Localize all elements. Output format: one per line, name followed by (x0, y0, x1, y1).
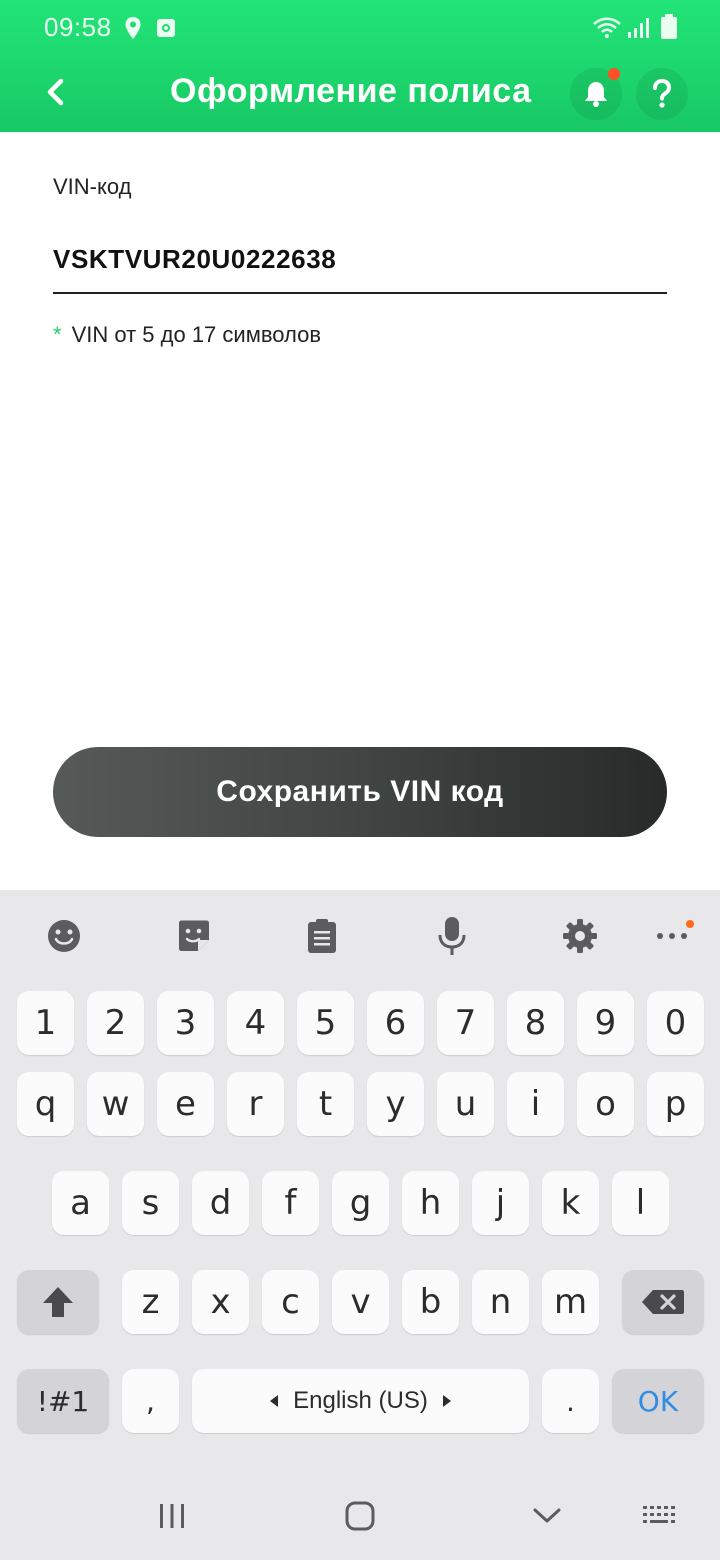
key-2[interactable]: 2 (87, 991, 144, 1055)
notification-dot (608, 68, 620, 80)
help-button[interactable] (636, 68, 688, 120)
keyboard-switch-button[interactable] (640, 1500, 680, 1532)
hide-keyboard-button[interactable] (527, 1500, 567, 1532)
arrow-right-icon (442, 1395, 451, 1407)
key-m[interactable]: m (542, 1270, 599, 1334)
vin-label: VIN-код (53, 174, 132, 199)
hint-asterisk: * (53, 322, 62, 347)
period-key[interactable]: . (542, 1369, 599, 1433)
space-language-label: English (US) (293, 1387, 428, 1414)
key-e[interactable]: e (157, 1072, 214, 1136)
page-title: Оформление полиса (170, 72, 532, 110)
keyboard-toolbar (0, 890, 720, 988)
key-k[interactable]: k (542, 1171, 599, 1235)
key-1[interactable]: 1 (17, 991, 74, 1055)
key-7[interactable]: 7 (437, 991, 494, 1055)
sticker-icon[interactable] (174, 916, 214, 956)
shift-key[interactable] (17, 1270, 99, 1334)
hint-text: VIN от 5 до 17 символов (71, 322, 322, 347)
space-key[interactable]: English (US) (192, 1369, 529, 1433)
key-u[interactable]: u (437, 1072, 494, 1136)
key-a[interactable]: a (52, 1171, 109, 1235)
key-f[interactable]: f (262, 1171, 319, 1235)
key-s[interactable]: s (122, 1171, 179, 1235)
screen-record-icon (157, 19, 175, 37)
key-l[interactable]: l (612, 1171, 669, 1235)
backspace-icon (642, 1290, 684, 1314)
key-t[interactable]: t (297, 1072, 354, 1136)
key-0[interactable]: 0 (647, 991, 704, 1055)
navigation-bar (0, 1470, 720, 1560)
key-p[interactable]: p (647, 1072, 704, 1136)
recent-apps-icon (160, 1504, 184, 1528)
key-9[interactable]: 9 (577, 991, 634, 1055)
comma-key[interactable]: , (122, 1369, 179, 1433)
key-j[interactable]: j (472, 1171, 529, 1235)
microphone-icon[interactable] (432, 916, 472, 956)
key-z[interactable]: z (122, 1270, 179, 1334)
screen: 09:58 Оформление полиса VIN-код VSKTVUR2… (0, 0, 720, 1560)
key-8[interactable]: 8 (507, 991, 564, 1055)
key-r[interactable]: r (227, 1072, 284, 1136)
top-bar: 09:58 Оформление полиса (0, 0, 720, 132)
backspace-key[interactable] (622, 1270, 704, 1334)
save-vin-button[interactable]: Сохранить VIN код (53, 747, 667, 837)
battery-icon (661, 14, 677, 39)
symbols-key[interactable]: !#1 (17, 1369, 109, 1433)
key-5[interactable]: 5 (297, 991, 354, 1055)
back-button[interactable] (30, 66, 82, 118)
key-c[interactable]: c (262, 1270, 319, 1334)
key-g[interactable]: g (332, 1171, 389, 1235)
shift-icon (43, 1287, 73, 1317)
key-o[interactable]: o (577, 1072, 634, 1136)
key-n[interactable]: n (472, 1270, 529, 1334)
vin-hint: * VIN от 5 до 17 символов (53, 322, 321, 348)
home-button[interactable] (340, 1500, 380, 1532)
bell-icon (585, 82, 607, 107)
key-d[interactable]: d (192, 1171, 249, 1235)
wifi-icon (593, 17, 621, 38)
key-q[interactable]: q (17, 1072, 74, 1136)
clipboard-icon[interactable] (302, 916, 342, 956)
key-v[interactable]: v (332, 1270, 389, 1334)
question-icon (653, 79, 672, 108)
key-4[interactable]: 4 (227, 991, 284, 1055)
location-icon (125, 17, 141, 39)
home-icon (345, 1501, 375, 1531)
ok-key[interactable]: OK (612, 1369, 704, 1433)
key-w[interactable]: w (87, 1072, 144, 1136)
key-y[interactable]: y (367, 1072, 424, 1136)
app-bar: Оформление полиса (0, 56, 720, 132)
recent-apps-button[interactable] (152, 1500, 192, 1532)
arrow-left-icon (270, 1395, 279, 1407)
key-3[interactable]: 3 (157, 991, 214, 1055)
vin-input[interactable] (53, 226, 667, 294)
more-badge-dot (686, 920, 694, 928)
keyboard: 1 2 3 4 5 6 7 8 9 0 q w e r t y u i o p … (0, 890, 720, 1470)
signal-icon (628, 18, 649, 38)
chevron-left-icon (47, 78, 64, 106)
status-bar: 09:58 (0, 0, 720, 56)
status-time: 09:58 (44, 12, 112, 42)
emoji-icon[interactable] (44, 916, 84, 956)
space-label-group: English (US) (269, 1387, 452, 1415)
key-i[interactable]: i (507, 1072, 564, 1136)
settings-icon[interactable] (560, 916, 600, 956)
key-b[interactable]: b (402, 1270, 459, 1334)
key-6[interactable]: 6 (367, 991, 424, 1055)
chevron-down-icon (533, 1508, 561, 1523)
key-x[interactable]: x (192, 1270, 249, 1334)
keyboard-icon (643, 1506, 675, 1523)
key-h[interactable]: h (402, 1171, 459, 1235)
